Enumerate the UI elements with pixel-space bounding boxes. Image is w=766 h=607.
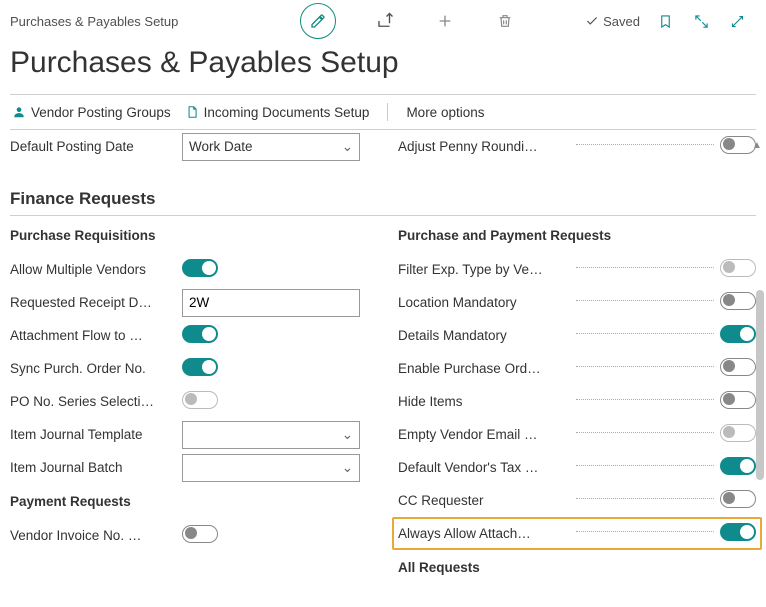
person-icon (12, 105, 26, 119)
filter-exp-type-field: Filter Exp. Type by Ve… (398, 253, 756, 286)
edit-button[interactable] (300, 3, 336, 39)
item-journal-batch-field: Item Journal Batch ⌄ (10, 451, 368, 484)
check-icon (585, 14, 599, 28)
expand-icon (730, 14, 745, 29)
action-bar: Vendor Posting Groups Incoming Documents… (0, 95, 766, 129)
default-posting-date-select[interactable]: Work Date ⌄ (182, 133, 360, 161)
content-area: Default Posting Date Work Date ⌄ Adjust … (0, 130, 766, 592)
purchase-payment-requests-subtitle: Purchase and Payment Requests (398, 228, 756, 243)
allow-multiple-vendors-toggle[interactable] (182, 259, 218, 277)
breadcrumb: Purchases & Payables Setup (10, 14, 270, 29)
scrollbar[interactable]: ▲ (750, 140, 764, 600)
always-allow-attach-label: Always Allow Attach… (398, 526, 570, 541)
attachment-flow-field: Attachment Flow to … (10, 319, 368, 352)
item-journal-batch-select[interactable]: ⌄ (182, 454, 360, 482)
hide-items-label: Hide Items (398, 394, 570, 409)
po-no-series-toggle[interactable] (182, 391, 218, 409)
saved-label: Saved (603, 14, 640, 29)
more-options-link[interactable]: More options (406, 105, 484, 120)
action-separator (387, 103, 388, 121)
plus-icon (437, 13, 453, 29)
adjust-penny-label: Adjust Penny Roundi… (398, 139, 570, 154)
always-allow-attach-field: Always Allow Attach… (392, 517, 762, 550)
filter-exp-type-label: Filter Exp. Type by Ve… (398, 262, 570, 277)
attachment-flow-label: Attachment Flow to … (10, 328, 182, 343)
requested-receipt-label: Requested Receipt D… (10, 295, 182, 310)
default-posting-date-label: Default Posting Date (10, 139, 182, 154)
trash-icon (497, 13, 513, 29)
vendor-invoice-no-label: Vendor Invoice No. … (10, 528, 182, 543)
allow-multiple-vendors-field: Allow Multiple Vendors (10, 253, 368, 286)
bookmark-icon (658, 14, 673, 29)
top-fields-row: Default Posting Date Work Date ⌄ Adjust … (10, 130, 756, 163)
vendor-posting-groups-label: Vendor Posting Groups (31, 105, 171, 120)
attachment-flow-toggle[interactable] (182, 325, 218, 343)
share-icon (376, 12, 394, 30)
enable-purchase-ord-field: Enable Purchase Ord… (398, 352, 756, 385)
vendor-posting-groups-link[interactable]: Vendor Posting Groups (12, 105, 171, 120)
sync-purch-order-field: Sync Purch. Order No. (10, 352, 368, 385)
item-journal-template-select[interactable]: ⌄ (182, 421, 360, 449)
empty-vendor-email-field: Empty Vendor Email … (398, 418, 756, 451)
window-header: Purchases & Payables Setup Saved (0, 0, 766, 42)
incoming-documents-setup-label: Incoming Documents Setup (204, 105, 370, 120)
finance-requests-columns: Purchase Requisitions Allow Multiple Ven… (10, 228, 756, 585)
page-title: Purchases & Payables Setup (0, 42, 766, 94)
default-vendor-tax-field: Default Vendor's Tax … (398, 451, 756, 484)
finance-requests-divider (10, 215, 756, 216)
dots (576, 144, 714, 145)
document-icon (185, 105, 199, 119)
requested-receipt-input[interactable] (182, 289, 360, 317)
default-posting-date-value: Work Date (189, 139, 253, 154)
chevron-down-icon: ⌄ (342, 139, 353, 155)
hide-items-field: Hide Items (398, 385, 756, 418)
location-mandatory-field: Location Mandatory (398, 286, 756, 319)
cc-requester-label: CC Requester (398, 493, 570, 508)
left-column: Purchase Requisitions Allow Multiple Ven… (10, 228, 368, 585)
default-vendor-tax-label: Default Vendor's Tax … (398, 460, 570, 475)
purchase-requisitions-subtitle: Purchase Requisitions (10, 228, 368, 243)
popout-icon (694, 14, 709, 29)
default-posting-date-field: Default Posting Date Work Date ⌄ (10, 130, 368, 163)
item-journal-template-field: Item Journal Template ⌄ (10, 418, 368, 451)
all-requests-subtitle: All Requests (398, 560, 756, 575)
more-options-label: More options (406, 105, 484, 120)
header-right: Saved (585, 10, 756, 32)
finance-requests-title: Finance Requests (10, 189, 756, 209)
po-no-series-label: PO No. Series Selecti… (10, 394, 182, 409)
enable-purchase-ord-label: Enable Purchase Ord… (398, 361, 570, 376)
expand-button[interactable] (726, 10, 748, 32)
empty-vendor-email-label: Empty Vendor Email … (398, 427, 570, 442)
scroll-up-icon: ▲ (752, 140, 762, 150)
payment-requests-subtitle: Payment Requests (10, 494, 368, 509)
allow-multiple-vendors-label: Allow Multiple Vendors (10, 262, 182, 277)
details-mandatory-field: Details Mandatory (398, 319, 756, 352)
po-no-series-field: PO No. Series Selecti… (10, 385, 368, 418)
new-button[interactable] (434, 10, 456, 32)
item-journal-template-label: Item Journal Template (10, 427, 182, 442)
location-mandatory-label: Location Mandatory (398, 295, 570, 310)
details-mandatory-label: Details Mandatory (398, 328, 570, 343)
header-actions (270, 3, 585, 39)
sync-purch-order-label: Sync Purch. Order No. (10, 361, 182, 376)
sync-purch-order-toggle[interactable] (182, 358, 218, 376)
chevron-down-icon: ⌄ (342, 427, 353, 443)
vendor-invoice-no-toggle[interactable] (182, 525, 218, 543)
vendor-invoice-no-field: Vendor Invoice No. … (10, 519, 368, 552)
chevron-down-icon: ⌄ (342, 460, 353, 476)
scrollbar-thumb[interactable] (756, 290, 764, 480)
delete-button[interactable] (494, 10, 516, 32)
adjust-penny-field: Adjust Penny Roundi… (398, 130, 756, 163)
right-column: Purchase and Payment Requests Filter Exp… (398, 228, 756, 585)
requested-receipt-field: Requested Receipt D… (10, 286, 368, 319)
popout-button[interactable] (690, 10, 712, 32)
incoming-documents-setup-link[interactable]: Incoming Documents Setup (185, 105, 370, 120)
item-journal-batch-label: Item Journal Batch (10, 460, 182, 475)
share-button[interactable] (374, 10, 396, 32)
pencil-icon (310, 13, 326, 29)
cc-requester-field: CC Requester (398, 484, 756, 517)
bookmark-button[interactable] (654, 10, 676, 32)
saved-indicator: Saved (585, 14, 640, 29)
